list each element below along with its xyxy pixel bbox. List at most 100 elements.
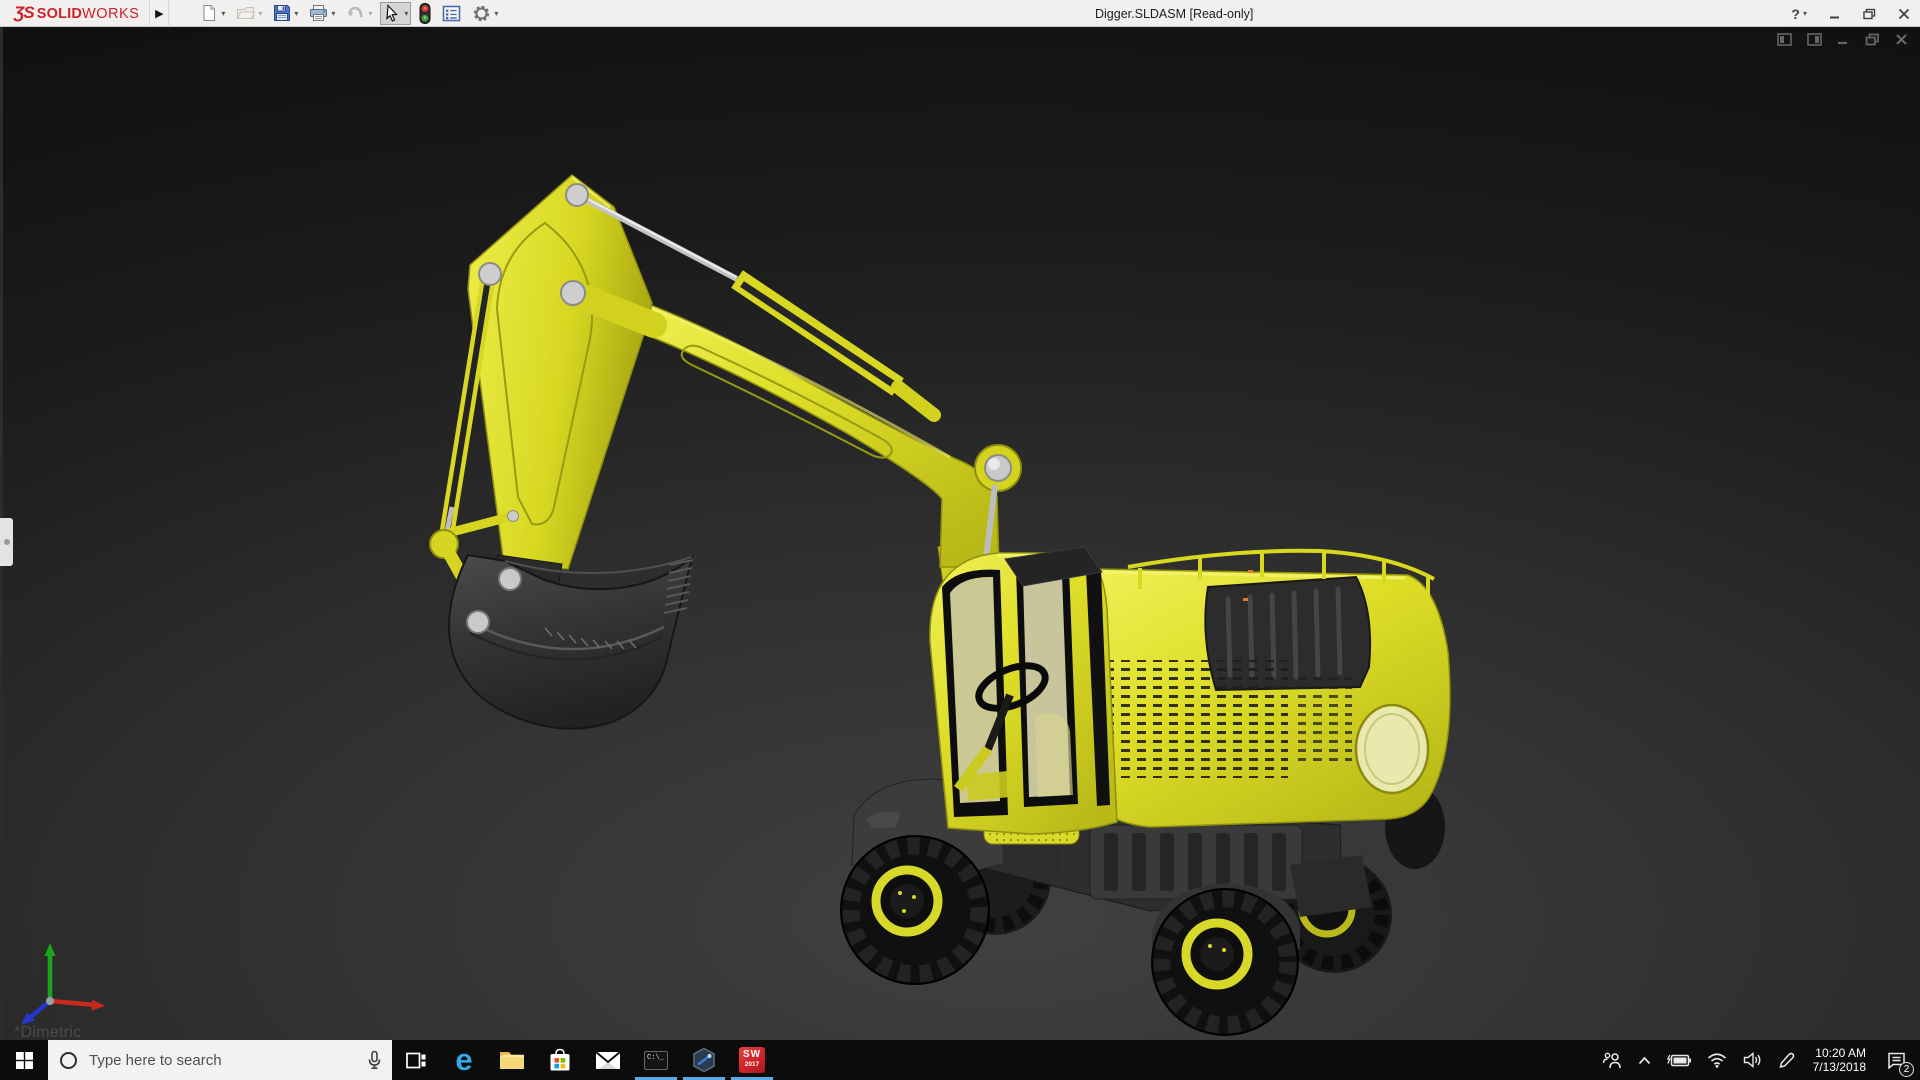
- title-bar: ƷS SOLID WORKS ▶: [0, 0, 1920, 27]
- cortana-icon[interactable]: [60, 1052, 77, 1069]
- window-controls: ?: [1791, 0, 1910, 27]
- document-window-controls: [1777, 33, 1908, 46]
- arm-link: [468, 175, 652, 569]
- new-document-button[interactable]: [197, 2, 228, 25]
- dropdown-arrow-icon[interactable]: [404, 9, 408, 18]
- dropdown-arrow-icon[interactable]: [368, 9, 372, 18]
- speaker-icon: [1743, 1052, 1762, 1068]
- clock-time: 10:20 AM: [1815, 1046, 1866, 1060]
- undo-icon: [346, 4, 365, 22]
- doc-close-button[interactable]: [1895, 33, 1908, 46]
- display-settings-button[interactable]: [439, 2, 464, 25]
- windows-logo-icon: [16, 1052, 33, 1069]
- select-cursor-icon: [383, 4, 401, 23]
- start-button[interactable]: [0, 1040, 48, 1080]
- windows-ink-button[interactable]: [1770, 1040, 1803, 1080]
- minimize-icon: [1829, 8, 1841, 20]
- open-button[interactable]: [233, 2, 265, 25]
- minimize-button[interactable]: [1829, 8, 1841, 20]
- microphone-icon[interactable]: [367, 1050, 382, 1070]
- store-icon: [549, 1048, 571, 1072]
- battery-charging-icon: [1667, 1054, 1691, 1067]
- composer-hexagon-icon: [691, 1047, 717, 1073]
- wheel-front-near[interactable]: [841, 836, 989, 984]
- restore-button[interactable]: [1863, 8, 1876, 20]
- dropdown-arrow-icon[interactable]: [258, 9, 262, 18]
- tray-overflow-button[interactable]: [1630, 1040, 1659, 1080]
- taskbar-app-composer[interactable]: [680, 1040, 728, 1080]
- volume-button[interactable]: [1735, 1040, 1770, 1080]
- x-axis-arrow: [92, 1000, 106, 1011]
- rebuild-button[interactable]: [416, 2, 434, 25]
- menu-flyout-arrow-icon[interactable]: ▶: [149, 0, 169, 27]
- new-document-icon: [200, 4, 218, 22]
- restore-icon: [1863, 8, 1876, 20]
- options-button[interactable]: [469, 2, 501, 25]
- people-button[interactable]: [1594, 1040, 1630, 1080]
- graphics-viewport[interactable]: *Dimetric: [0, 27, 1920, 1040]
- taskbar-app-mail[interactable]: [584, 1040, 632, 1080]
- taskbar-app-file-explorer[interactable]: [488, 1040, 536, 1080]
- open-icon: [236, 4, 255, 22]
- rear-panel-window: [1356, 705, 1428, 793]
- windows-taskbar: e C:\_: [0, 1040, 1920, 1080]
- taskbar-search[interactable]: [48, 1040, 392, 1080]
- battery-button[interactable]: [1659, 1040, 1699, 1080]
- system-tray: 10:20 AM 7/13/2018 2: [1594, 1040, 1920, 1080]
- y-axis-arrow: [45, 943, 56, 956]
- cab[interactable]: [930, 547, 1117, 834]
- action-center-button[interactable]: 2: [1876, 1040, 1916, 1080]
- dropdown-arrow-icon[interactable]: [1803, 9, 1807, 18]
- ds-logo-icon: ƷS: [14, 3, 34, 23]
- dropdown-arrow-icon[interactable]: [221, 9, 225, 18]
- rebuild-traffic-light-icon: [419, 3, 431, 24]
- mail-icon: [595, 1051, 621, 1070]
- options-gear-icon: [472, 4, 491, 23]
- body-vents: [1096, 660, 1288, 778]
- taskbar-app-edge[interactable]: e: [440, 1040, 488, 1080]
- task-view-icon: [406, 1052, 426, 1069]
- wheel-rear-near[interactable]: [1152, 889, 1298, 1035]
- bucket: [449, 555, 692, 729]
- panel-right-button[interactable]: [1807, 33, 1822, 46]
- wifi-button[interactable]: [1699, 1040, 1735, 1080]
- undo-button[interactable]: [343, 2, 375, 25]
- select-button[interactable]: [380, 2, 411, 25]
- doc-minimize-button[interactable]: [1837, 33, 1850, 46]
- pen-icon: [1778, 1052, 1795, 1069]
- taskbar-app-store[interactable]: [536, 1040, 584, 1080]
- excavator-model[interactable]: [0, 27, 1920, 1040]
- search-input[interactable]: [89, 1052, 367, 1069]
- taskbar-app-solidworks[interactable]: SW 2017: [728, 1040, 776, 1080]
- help-button[interactable]: ?: [1791, 6, 1807, 22]
- brand-solid: SOLID: [37, 6, 82, 22]
- save-button[interactable]: [270, 2, 301, 25]
- wifi-icon: [1707, 1053, 1727, 1068]
- notification-badge: 2: [1899, 1062, 1914, 1077]
- task-view-button[interactable]: [392, 1040, 440, 1080]
- file-explorer-icon: [499, 1049, 525, 1071]
- solidworks-2017-icon: SW 2017: [739, 1047, 765, 1073]
- view-orientation-label: *Dimetric: [14, 1024, 82, 1040]
- print-button[interactable]: [306, 2, 338, 25]
- taskbar-app-command-prompt[interactable]: C:\_: [632, 1040, 680, 1080]
- clock-date: 7/13/2018: [1813, 1060, 1866, 1074]
- people-icon: [1602, 1052, 1622, 1069]
- boom-arm[interactable]: [445, 175, 1021, 569]
- seat: [1035, 714, 1073, 797]
- dropdown-arrow-icon[interactable]: [331, 9, 335, 18]
- dropdown-arrow-icon[interactable]: [294, 9, 298, 18]
- solidworks-logo: ƷS SOLID WORKS: [0, 3, 149, 23]
- edge-icon: e: [455, 1046, 472, 1074]
- display-settings-icon: [442, 5, 461, 22]
- close-icon: [1898, 8, 1910, 20]
- chevron-up-icon: [1638, 1056, 1651, 1065]
- command-prompt-icon: C:\_: [644, 1051, 668, 1070]
- doc-restore-button[interactable]: [1865, 33, 1880, 46]
- panel-left-button[interactable]: [1777, 33, 1792, 46]
- document-title: Digger.SLDASM [Read-only]: [1095, 0, 1253, 27]
- close-button[interactable]: [1898, 8, 1910, 20]
- dropdown-arrow-icon[interactable]: [494, 9, 498, 18]
- taskbar-clock[interactable]: 10:20 AM 7/13/2018: [1803, 1046, 1876, 1074]
- quick-access-toolbar: [197, 0, 506, 27]
